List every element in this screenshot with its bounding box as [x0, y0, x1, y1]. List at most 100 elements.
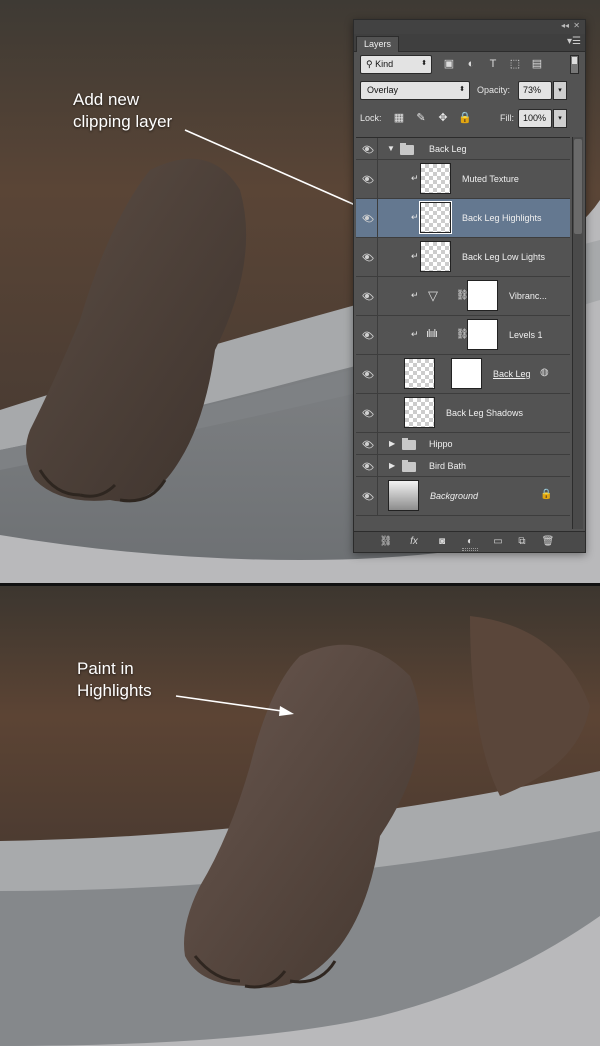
hippo-photo-bottom — [0, 586, 600, 1046]
panel-tab-bar: Layers ▾☰ — [354, 34, 585, 52]
visibility-eye-icon[interactable] — [356, 394, 378, 432]
layer-row-levels-1[interactable]: ↵ ılıılı ⛓ Levels 1 — [356, 316, 570, 355]
layer-row-back-leg-shadows[interactable]: Back Leg Shadows — [356, 394, 570, 433]
layer-row-back-leg-smart[interactable]: Back Leg ◍ — [356, 355, 570, 394]
folder-icon — [400, 143, 414, 155]
panel-menu-icon[interactable]: ▾☰ — [567, 36, 581, 47]
collapse-icon[interactable]: ◂◂ — [561, 21, 569, 30]
filter-kind-label: Kind — [375, 59, 394, 69]
visibility-eye-icon[interactable] — [356, 316, 378, 354]
layer-row-back-leg-highlights[interactable]: ↵ Back Leg Highlights — [356, 199, 570, 238]
layer-row-group-bird-bath[interactable]: ▶ Bird Bath — [356, 455, 570, 477]
panel-title-bar[interactable]: ◂◂ ✕ — [354, 20, 585, 34]
layer-row-muted-texture[interactable]: ↵ Muted Texture — [356, 160, 570, 199]
layer-thumbnail — [404, 397, 435, 428]
layer-name: Hippo — [429, 439, 453, 449]
layers-bottom-toolbar: ⛓ fx ◙ ◐ ▭ ⧉ 🗑 — [354, 531, 585, 552]
layer-name: Bird Bath — [429, 461, 467, 471]
clipping-mask-icon: ↵ — [411, 173, 419, 183]
visibility-eye-icon[interactable] — [356, 199, 378, 237]
levels-icon: ılıılı — [426, 328, 438, 340]
scrollbar-thumb[interactable] — [574, 139, 582, 234]
disclosure-expanded-icon[interactable]: ▼ — [387, 144, 395, 153]
delete-layer-icon[interactable]: 🗑 — [540, 535, 556, 549]
layer-name: Back Leg Highlights — [462, 213, 542, 223]
filter-row: ⚲ Kind ⬍ ▣ ◐ T ⬚ ▤ — [358, 54, 581, 76]
layer-row-back-leg-low-lights[interactable]: ↵ Back Leg Low Lights — [356, 238, 570, 277]
layers-panel: ◂◂ ✕ Layers ▾☰ ⚲ Kind ⬍ ▣ ◐ T ⬚ ▤ Overla… — [353, 19, 586, 553]
link-layers-icon[interactable]: ⛓ — [378, 535, 394, 549]
visibility-eye-icon[interactable] — [356, 455, 378, 476]
opacity-label: Opacity: — [477, 85, 511, 95]
filter-toggle-switch[interactable] — [570, 55, 579, 74]
fill-slider-button[interactable]: ▾ — [553, 109, 567, 128]
lock-transparency-icon[interactable]: ▦ — [392, 111, 406, 125]
layer-style-icon[interactable]: fx — [406, 535, 422, 549]
visibility-eye-icon[interactable] — [356, 477, 378, 515]
clipping-mask-icon: ↵ — [411, 212, 419, 222]
disclosure-collapsed-icon[interactable]: ▶ — [389, 461, 395, 470]
layer-list-scrollbar[interactable] — [572, 137, 583, 529]
adjustment-layer-icon[interactable]: ◐ — [462, 535, 478, 549]
layer-thumbnail — [388, 480, 419, 511]
visibility-eye-icon[interactable] — [356, 160, 378, 198]
layer-row-group-back-leg[interactable]: ▼ Back Leg — [356, 138, 570, 160]
blend-mode-value: Overlay — [367, 85, 399, 95]
lock-label: Lock: — [360, 113, 382, 123]
disclosure-collapsed-icon[interactable]: ▶ — [389, 439, 395, 448]
annotation-line-1: Add new — [73, 90, 140, 109]
tab-layers[interactable]: Layers — [356, 36, 400, 52]
new-layer-icon[interactable]: ⧉ — [514, 535, 530, 549]
layer-name: Back Leg Low Lights — [462, 252, 546, 262]
annotation-line-2: clipping layer — [73, 112, 173, 131]
filter-shape-icon[interactable]: ⬚ — [508, 58, 522, 70]
fill-field[interactable]: 100% — [518, 109, 552, 128]
opacity-field[interactable]: 73% — [518, 81, 552, 100]
filter-kind-select[interactable]: ⚲ Kind ⬍ — [360, 55, 432, 74]
annotation-line-2: Highlights — [77, 681, 152, 700]
new-group-icon[interactable]: ▭ — [490, 535, 506, 549]
folder-icon — [402, 438, 416, 450]
mask-thumbnail — [467, 280, 498, 311]
clipping-mask-icon: ↵ — [411, 329, 419, 339]
smart-object-thumbnail — [404, 358, 435, 389]
blend-mode-select[interactable]: Overlay ⬍ — [360, 81, 470, 100]
filter-smart-object-icon[interactable]: ▤ — [530, 58, 544, 70]
lock-icon: 🔒 — [540, 489, 553, 500]
mask-thumbnail — [451, 358, 482, 389]
lock-all-icon[interactable]: 🔒 — [458, 111, 472, 125]
folder-icon — [402, 460, 416, 472]
visibility-eye-icon[interactable] — [356, 433, 378, 454]
filter-adjustment-icon[interactable]: ◐ — [464, 58, 478, 70]
clipping-mask-icon: ↵ — [411, 251, 419, 261]
filter-pixel-icon[interactable]: ▣ — [442, 58, 456, 70]
layer-name: Levels 1 — [509, 330, 543, 340]
layer-name: Back Leg — [493, 369, 531, 379]
layer-thumbnail — [420, 163, 451, 194]
select-arrows-icon: ⬍ — [421, 60, 427, 67]
add-mask-icon[interactable]: ◙ — [434, 535, 450, 549]
visibility-eye-icon[interactable] — [356, 355, 378, 393]
visibility-eye-icon[interactable] — [356, 138, 378, 159]
layer-row-background[interactable]: Background 🔒 — [356, 477, 570, 516]
lock-image-pixels-icon[interactable]: ✎ — [414, 111, 428, 125]
annotation-paint-highlights: Paint in Highlights — [77, 658, 152, 702]
lock-position-icon[interactable]: ✥ — [436, 111, 450, 125]
layer-thumbnail — [419, 201, 452, 234]
smart-filter-icon[interactable]: ◍ — [540, 367, 549, 378]
search-icon: ⚲ — [366, 59, 376, 69]
vibrance-icon: ▽ — [428, 288, 438, 303]
close-icon[interactable]: ✕ — [573, 21, 580, 30]
opacity-slider-button[interactable]: ▾ — [553, 81, 567, 100]
visibility-eye-icon[interactable] — [356, 277, 378, 315]
filter-type-icon[interactable]: T — [486, 58, 500, 70]
layer-name: Background — [430, 491, 479, 501]
resize-grip[interactable] — [462, 548, 478, 551]
mask-thumbnail — [467, 319, 498, 350]
layer-row-vibrance[interactable]: ↵ ▽ ⛓ Vibranc... — [356, 277, 570, 316]
lock-row: Lock: ▦ ✎ ✥ 🔒 Fill: 100% ▾ — [358, 108, 581, 130]
layer-row-group-hippo[interactable]: ▶ Hippo — [356, 433, 570, 455]
layer-name: Muted Texture — [462, 174, 519, 184]
bottom-photo-panel: Paint in Highlights — [0, 586, 600, 1046]
visibility-eye-icon[interactable] — [356, 238, 378, 276]
